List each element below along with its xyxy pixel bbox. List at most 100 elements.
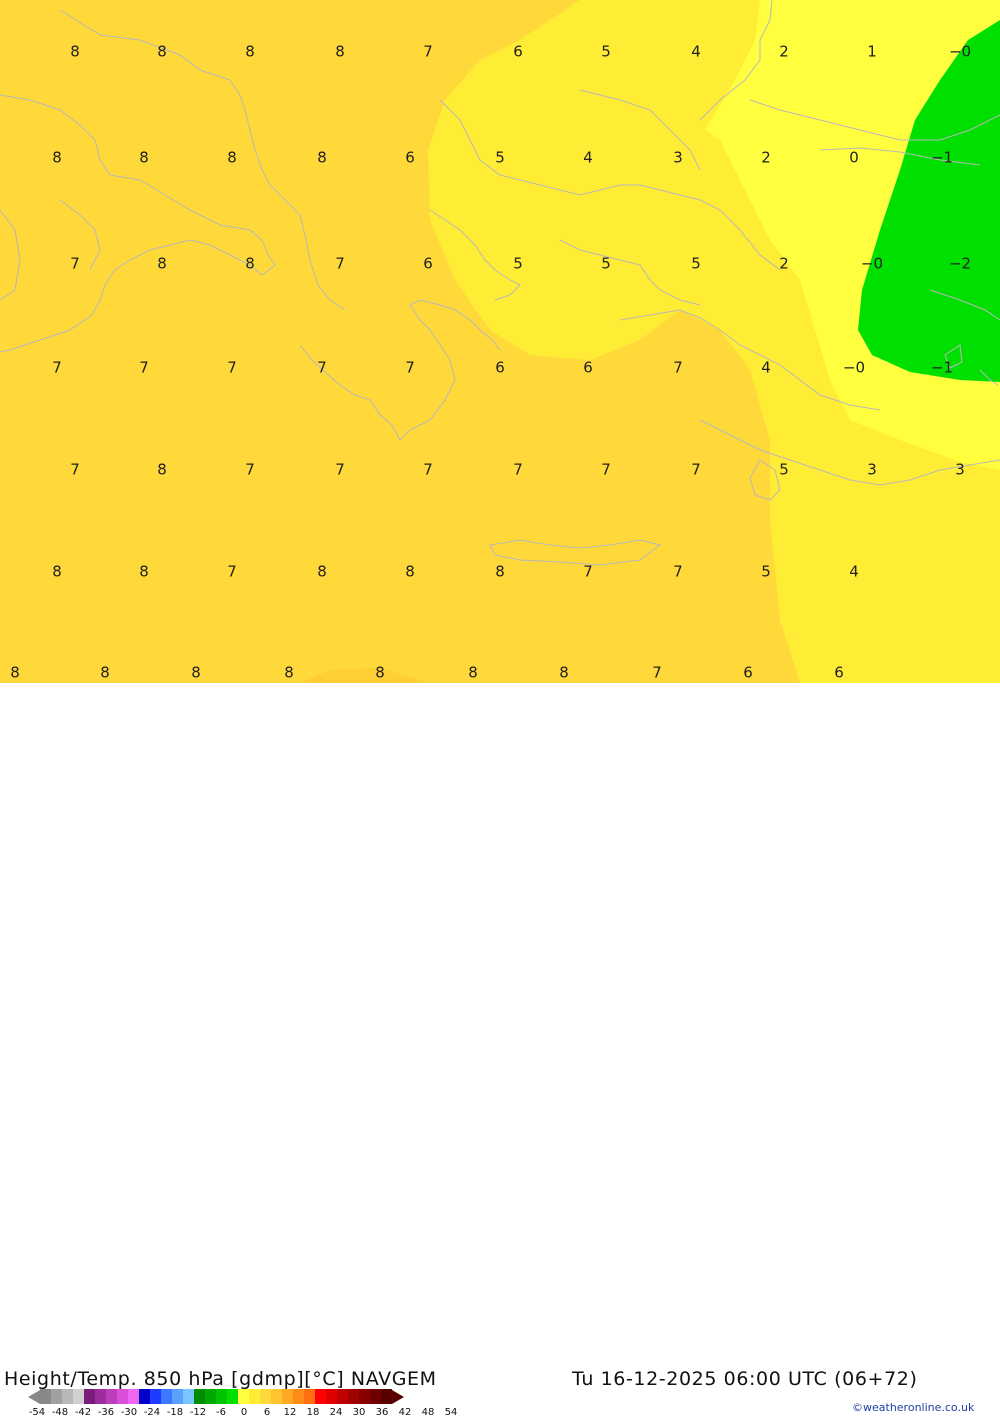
scale-swatch	[95, 1389, 106, 1404]
scale-swatch	[194, 1389, 205, 1404]
grid-value: 8	[245, 42, 255, 61]
grid-value: 5	[601, 42, 611, 61]
map-fields	[0, 0, 1000, 683]
grid-value: 5	[513, 254, 523, 273]
grid-value: 6	[583, 358, 593, 377]
grid-value: 8	[227, 148, 237, 167]
grid-value: 8	[52, 562, 62, 581]
scale-swatch	[315, 1389, 326, 1404]
grid-value: −1	[930, 358, 954, 377]
grid-value: −1	[930, 148, 954, 167]
grid-value: −0	[842, 358, 866, 377]
scale-tick-label: -12	[189, 1407, 207, 1418]
scale-swatch	[370, 1389, 381, 1404]
scale-tick-label: -36	[97, 1407, 115, 1418]
scale-tick-label: 6	[263, 1407, 271, 1418]
grid-value: 7	[673, 358, 683, 377]
grid-value: 8	[70, 42, 80, 61]
grid-value: 8	[559, 663, 569, 682]
scale-cap-right	[392, 1389, 404, 1404]
scale-tick-label: 0	[240, 1407, 248, 1418]
scale-swatch	[40, 1389, 51, 1404]
grid-value: 5	[691, 254, 701, 273]
scale-swatch	[260, 1389, 271, 1404]
scale-tick-label: -18	[166, 1407, 184, 1418]
scale-swatch	[216, 1389, 227, 1404]
grid-value: 6	[495, 358, 505, 377]
scale-swatch	[249, 1389, 260, 1404]
scale-tick-label: -42	[74, 1407, 92, 1418]
grid-value: 8	[157, 42, 167, 61]
grid-value: 7	[227, 562, 237, 581]
grid-value: 7	[245, 460, 255, 479]
valid-datetime: Tu 16-12-2025 06:00 UTC (06+72)	[572, 1368, 918, 1390]
grid-value: 8	[317, 562, 327, 581]
scale-swatch	[337, 1389, 348, 1404]
grid-value: 6	[423, 254, 433, 273]
grid-value: 7	[423, 42, 433, 61]
grid-value: 8	[245, 254, 255, 273]
scale-tick-label: -24	[143, 1407, 161, 1418]
grid-value: −2	[948, 254, 972, 273]
grid-value: 5	[601, 254, 611, 273]
scale-swatch	[381, 1389, 392, 1404]
scale-tick-label: 36	[375, 1407, 389, 1418]
grid-value: 8	[139, 562, 149, 581]
scale-swatch	[271, 1389, 282, 1404]
scale-tick-label: 30	[352, 1407, 366, 1418]
credit-link[interactable]: ©weatheronline.co.uk	[852, 1401, 974, 1414]
grid-value: 8	[375, 663, 385, 682]
scale-cap-left	[28, 1389, 40, 1404]
grid-value: 7	[70, 254, 80, 273]
grid-value: 7	[673, 562, 683, 581]
grid-value: 2	[779, 254, 789, 273]
grid-value: 8	[139, 148, 149, 167]
grid-value: 5	[495, 148, 505, 167]
grid-value: 7	[423, 460, 433, 479]
scale-swatch	[128, 1389, 139, 1404]
grid-value: 4	[849, 562, 859, 581]
grid-value: 4	[583, 148, 593, 167]
grid-value: 8	[157, 460, 167, 479]
scale-swatch	[172, 1389, 183, 1404]
scale-tick-label: 24	[329, 1407, 343, 1418]
weather-map: 8 8 8 8 7 6 5 4 2 1 −0 8 8 8 8 6 5 4 3 2 0 −1 7 8 8 7 6 5 5 5 2 −0 −2 7 7 7…	[0, 0, 1000, 683]
grid-value: −0	[860, 254, 884, 273]
scale-tick-label: 18	[306, 1407, 320, 1418]
grid-value: 6	[743, 663, 753, 682]
grid-value: 4	[691, 42, 701, 61]
scale-swatch	[359, 1389, 370, 1404]
scale-swatch	[106, 1389, 117, 1404]
grid-value: 7	[227, 358, 237, 377]
scale-tick-label: 42	[398, 1407, 412, 1418]
grid-value: 7	[52, 358, 62, 377]
grid-value: 0	[849, 148, 859, 167]
grid-value: 3	[867, 460, 877, 479]
grid-value: 8	[157, 254, 167, 273]
scale-swatch	[348, 1389, 359, 1404]
grid-value: 3	[673, 148, 683, 167]
grid-value: 8	[191, 663, 201, 682]
grid-value: 7	[317, 358, 327, 377]
grid-value: 8	[52, 148, 62, 167]
grid-value: 8	[10, 663, 20, 682]
grid-value: 2	[761, 148, 771, 167]
scale-ticks: -54 -48 -42 -36 -30 -24 -18 -12 -6 0 6 12 18 24 30 36 42…	[29, 1407, 467, 1418]
scale-tick-label: -30	[120, 1407, 138, 1418]
scale-tick-label: 12	[283, 1407, 297, 1418]
scale-swatch	[139, 1389, 150, 1404]
grid-value: 7	[405, 358, 415, 377]
scale-swatch	[84, 1389, 95, 1404]
grid-value: 8	[100, 663, 110, 682]
grid-value: 5	[761, 562, 771, 581]
grid-value: 7	[70, 460, 80, 479]
grid-value: 8	[468, 663, 478, 682]
grid-value: 6	[405, 148, 415, 167]
scale-swatch	[238, 1389, 249, 1404]
grid-value: 6	[513, 42, 523, 61]
scale-tick-label: 48	[421, 1407, 435, 1418]
grid-value: 7	[691, 460, 701, 479]
grid-value: 7	[513, 460, 523, 479]
scale-tick-label: -6	[216, 1407, 226, 1418]
grid-value: 8	[335, 42, 345, 61]
